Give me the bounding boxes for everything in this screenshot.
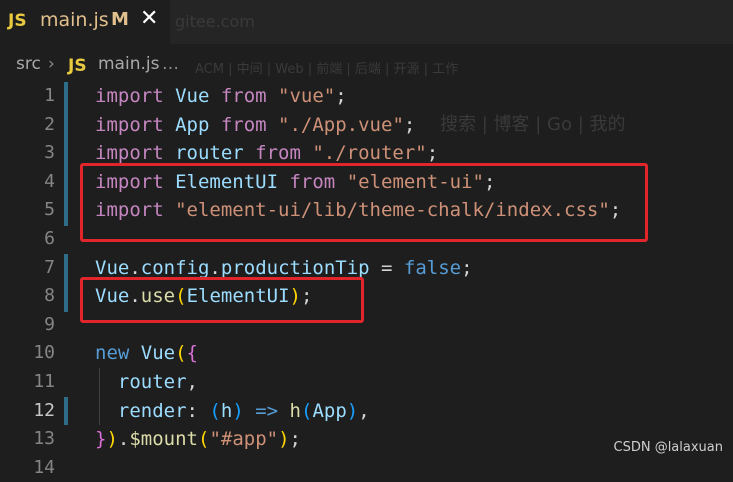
punctuation: , xyxy=(358,399,370,422)
line-number: 3 xyxy=(44,142,55,164)
punctuation: ; xyxy=(426,142,439,165)
git-modified-gutter-indicator xyxy=(64,254,68,312)
identifier: productionTip xyxy=(220,256,370,279)
line-number: 10 xyxy=(33,342,55,364)
line-number: 8 xyxy=(44,285,55,307)
keyword: import xyxy=(95,142,164,165)
chevron-right-icon: › xyxy=(48,54,55,74)
function-name: h xyxy=(289,399,301,422)
breadcrumb-more[interactable]: … xyxy=(162,54,179,74)
punctuation: . xyxy=(209,256,221,279)
watermark: CSDN @lalaxuan xyxy=(613,440,724,455)
code-line[interactable]: render: (h) => h(App), xyxy=(95,397,370,426)
bracket: ( xyxy=(175,342,187,365)
code-line[interactable]: router, xyxy=(95,368,198,397)
punctuation: . xyxy=(129,256,141,279)
bracket: ( xyxy=(300,399,313,422)
line-number: 13 xyxy=(33,428,55,450)
line-number: 9 xyxy=(44,313,55,335)
line-number: 7 xyxy=(44,256,55,278)
identifier: router xyxy=(95,371,187,393)
line-number: 5 xyxy=(44,199,55,221)
line-number: 12 xyxy=(33,399,55,421)
bracket: ) xyxy=(346,399,359,422)
identifier: App xyxy=(312,399,347,422)
line-number: 11 xyxy=(33,371,55,392)
keyword: from xyxy=(220,113,267,136)
bracket: ) xyxy=(278,428,290,451)
string-literal: "./App.vue" xyxy=(266,113,404,136)
code-line[interactable]: }).$mount("#app"); xyxy=(95,425,301,454)
punctuation: . xyxy=(117,428,130,451)
function-name: $mount xyxy=(129,428,198,451)
line-number: 1 xyxy=(44,85,55,106)
modified-badge: M xyxy=(111,9,129,30)
punctuation: ; xyxy=(289,428,301,451)
code-line[interactable]: import Vue from "vue"; xyxy=(95,82,347,111)
tab-file-name: main.js xyxy=(40,9,109,31)
identifier: Vue xyxy=(95,256,130,279)
annotation-highlight-box xyxy=(80,163,648,242)
git-modified-gutter-indicator xyxy=(64,397,68,425)
javascript-file-icon: JS xyxy=(68,56,87,76)
background-ghost-text: gitee.com xyxy=(175,12,255,31)
identifier: config xyxy=(140,256,210,279)
punctuation: ; xyxy=(461,256,473,279)
operator: => xyxy=(243,399,290,422)
editor-tab-bar: JS main.js M ✕ gitee.com xyxy=(0,0,733,44)
punctuation: ; xyxy=(335,85,347,107)
code-line[interactable]: new Vue({ xyxy=(95,339,198,368)
breadcrumb-folder-src[interactable]: src xyxy=(16,54,41,74)
string-literal: "./router" xyxy=(300,142,427,165)
identifier: render xyxy=(95,399,187,422)
javascript-file-icon: JS xyxy=(8,11,27,31)
bracket: { xyxy=(186,342,198,365)
bracket: } xyxy=(95,428,107,451)
identifier: Vue xyxy=(163,85,221,107)
identifier: App xyxy=(163,113,221,136)
line-number: 4 xyxy=(44,170,55,192)
background-ghost-text: 搜索 | 博客 | Go | 我的 xyxy=(440,114,626,135)
line-number: 2 xyxy=(44,113,55,135)
tab-main-js[interactable]: JS main.js M ✕ xyxy=(0,0,170,44)
punctuation: ; xyxy=(403,113,416,136)
identifier: router xyxy=(163,142,256,165)
keyword: import xyxy=(95,113,164,136)
bracket: ( xyxy=(209,399,221,422)
background-ghost-text: ACM | 中间 | Web | 前端 | 后端 | 开源 | 工作 xyxy=(195,62,459,77)
identifier: h xyxy=(220,399,233,422)
line-number: 14 xyxy=(33,456,55,478)
annotation-highlight-box xyxy=(80,277,364,323)
bracket: ) xyxy=(106,428,118,451)
code-line[interactable]: import App from "./App.vue"; xyxy=(95,111,415,140)
keyword: from xyxy=(255,142,301,165)
bracket: ( xyxy=(198,428,210,451)
close-icon[interactable]: ✕ xyxy=(140,6,158,31)
punctuation: , xyxy=(186,371,198,393)
bracket: ) xyxy=(232,399,244,422)
keyword: import xyxy=(95,85,164,107)
line-number: 6 xyxy=(44,228,55,249)
git-modified-gutter-indicator xyxy=(64,82,68,168)
keyword: false xyxy=(403,256,462,279)
punctuation: : xyxy=(186,399,210,422)
identifier: Vue xyxy=(129,342,176,365)
string-literal: "vue" xyxy=(266,85,336,107)
operator: = xyxy=(369,256,404,279)
keyword: from xyxy=(220,85,267,107)
string-literal: "#app" xyxy=(209,428,279,451)
git-modified-gutter-indicator xyxy=(64,168,68,226)
breadcrumb-file-main-js[interactable]: main.js xyxy=(98,54,159,74)
keyword: new xyxy=(95,342,130,365)
